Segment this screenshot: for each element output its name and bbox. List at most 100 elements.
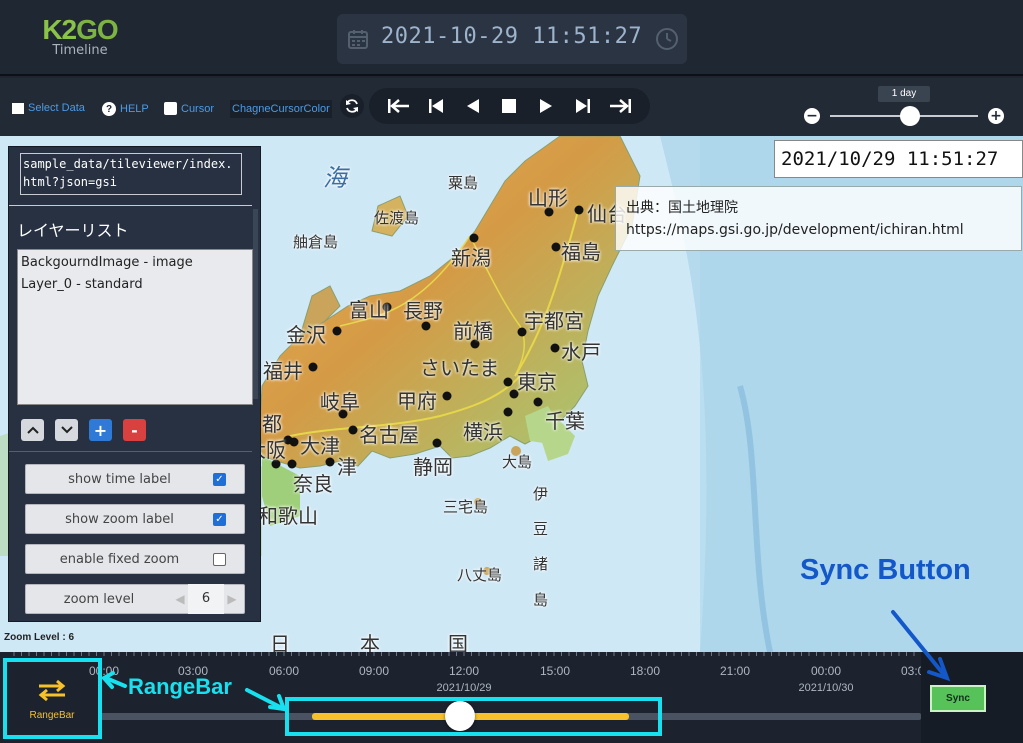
map-label: 福島 xyxy=(561,240,601,264)
show-time-label-option[interactable]: show time label ✓ xyxy=(25,464,245,494)
skip-back-icon xyxy=(429,99,444,113)
enable-fixed-zoom-option[interactable]: enable fixed zoom xyxy=(25,544,245,574)
map-label: 前橋 xyxy=(453,319,493,343)
play-reverse-button[interactable] xyxy=(459,92,487,120)
cursor-label: Cursor xyxy=(181,102,215,115)
add-layer-button[interactable]: + xyxy=(89,419,112,441)
chevron-up-icon xyxy=(26,426,39,434)
zoom-in-button[interactable]: + xyxy=(988,108,1004,124)
map-label: さいたま xyxy=(420,356,500,380)
enable-fixed-zoom-checkbox[interactable] xyxy=(213,552,226,566)
map-attribution: 出典：国土地理院 https://maps.gsi.go.jp/developm… xyxy=(615,186,1022,251)
map-label: 島 xyxy=(533,591,549,609)
option-label: zoom level xyxy=(63,591,135,607)
option-label: show zoom label xyxy=(65,511,174,527)
folder-icon xyxy=(12,102,24,114)
refresh-icon[interactable] xyxy=(340,94,364,118)
divider xyxy=(9,451,252,452)
data-url-field[interactable]: sample_data/tileviewer/index.html?json=g… xyxy=(20,153,242,195)
map-label: 大津 xyxy=(300,434,340,458)
jump-to-start-button[interactable] xyxy=(385,92,413,120)
panel-scrollbar[interactable] xyxy=(253,209,258,399)
map-label: 日 xyxy=(270,632,290,652)
map-label: 宇都宮 xyxy=(524,309,584,333)
map-label: 海 xyxy=(323,164,347,192)
map-time-label: 2021/10/29 11:51:27 xyxy=(774,140,1023,178)
show-zoom-label-option[interactable]: show zoom label ✓ xyxy=(25,504,245,534)
tick-label: 21:00 xyxy=(719,664,751,678)
map-label: 伊 xyxy=(533,485,549,503)
help-label: HELP xyxy=(120,103,149,115)
option-label: show time label xyxy=(68,471,171,487)
option-label: enable fixed zoom xyxy=(59,551,180,567)
map-label: 豆 xyxy=(533,520,549,538)
map-label: 国 xyxy=(448,632,468,652)
layer-list[interactable]: BackgourndImage - image Layer_0 - standa… xyxy=(17,249,253,405)
map-label: 甲府 xyxy=(397,389,437,413)
cursor-checkbox[interactable] xyxy=(164,102,177,115)
logo-text-go: GO xyxy=(76,14,119,45)
show-time-label-checkbox[interactable]: ✓ xyxy=(213,472,226,486)
map-label: 八丈島 xyxy=(457,566,503,584)
change-cursor-color-button[interactable]: ChagneCursorColor xyxy=(230,100,332,118)
sync-button[interactable]: Sync xyxy=(930,685,986,712)
zoom-out-button[interactable]: − xyxy=(804,108,820,124)
minus-icon: - xyxy=(131,420,138,440)
divider xyxy=(9,205,252,206)
map-label: 佐渡島 xyxy=(374,209,420,227)
map-label: 奈良 xyxy=(293,472,333,496)
logo-text: K2 xyxy=(42,14,77,45)
tick-label: 06:00 xyxy=(268,664,300,678)
play-button[interactable] xyxy=(532,92,560,120)
cursor-toggle[interactable]: Cursor xyxy=(164,102,214,115)
move-layer-down-button[interactable] xyxy=(55,419,78,441)
remove-layer-button[interactable]: - xyxy=(123,419,146,441)
help-icon: ? xyxy=(102,102,116,116)
select-data-button[interactable]: Select Data xyxy=(12,102,85,114)
app-window: K2GO Timeline 2021-10-29 11:51:27 Select… xyxy=(0,0,1023,743)
clock-icon[interactable] xyxy=(655,27,679,51)
current-time-display[interactable]: 2021-10-29 11:51:27 xyxy=(337,14,687,64)
attribution-url[interactable]: https://maps.gsi.go.jp/development/ichir… xyxy=(626,219,1011,241)
layer-item[interactable]: Layer_0 - standard xyxy=(21,274,249,296)
rangebar-annotation: RangeBar xyxy=(128,674,232,699)
tick-label: 12:00 xyxy=(448,664,480,678)
help-button[interactable]: ? HELP xyxy=(102,102,149,116)
map-label: 三宅島 xyxy=(443,498,489,516)
map-label: 富山 xyxy=(349,298,389,322)
zoom-slider-handle[interactable] xyxy=(900,106,920,126)
toolbar: Select Data ? HELP Cursor ChagneCursorCo… xyxy=(0,78,1023,136)
tick-label: 18:00 xyxy=(629,664,661,678)
move-layer-up-button[interactable] xyxy=(21,419,44,441)
playback-controls xyxy=(369,88,650,124)
map-label: 福井 xyxy=(263,359,303,383)
zoom-span-label: 1 day xyxy=(878,86,930,102)
jump-start-icon xyxy=(388,99,410,113)
map-label: 長野 xyxy=(403,299,443,323)
skip-forward-icon xyxy=(575,99,590,113)
date-label: 2021/10/29 xyxy=(436,682,492,694)
caret-left-icon[interactable]: ◀ xyxy=(172,592,188,606)
stop-button[interactable] xyxy=(495,92,523,120)
header-bar: K2GO Timeline 2021-10-29 11:51:27 xyxy=(0,0,1023,76)
step-forward-button[interactable] xyxy=(569,92,597,120)
map-label: 都 xyxy=(262,412,282,436)
map-label: 舳倉島 xyxy=(293,233,339,251)
show-zoom-label-checkbox[interactable]: ✓ xyxy=(213,512,226,526)
step-back-button[interactable] xyxy=(422,92,450,120)
layer-buttons: + - xyxy=(21,419,146,441)
map-label: 諸 xyxy=(533,555,549,573)
jump-to-end-button[interactable] xyxy=(606,92,634,120)
select-data-label: Select Data xyxy=(28,102,85,114)
map-label: 東京 xyxy=(517,370,557,394)
attribution-title: 出典：国土地理院 xyxy=(626,200,738,216)
plus-icon: + xyxy=(93,420,108,440)
tick-label: 15:00 xyxy=(539,664,571,678)
caret-right-icon[interactable]: ▶ xyxy=(224,592,240,606)
map-label: 和歌山 xyxy=(258,504,318,528)
zoom-level-value[interactable]: 6 xyxy=(188,584,224,614)
layer-panel: sample_data/tileviewer/index.html?json=g… xyxy=(8,146,261,622)
calendar-icon[interactable] xyxy=(347,28,369,50)
layer-item[interactable]: BackgourndImage - image xyxy=(21,252,249,274)
zoom-level-stepper[interactable]: ◀ 6 ▶ xyxy=(172,584,240,614)
